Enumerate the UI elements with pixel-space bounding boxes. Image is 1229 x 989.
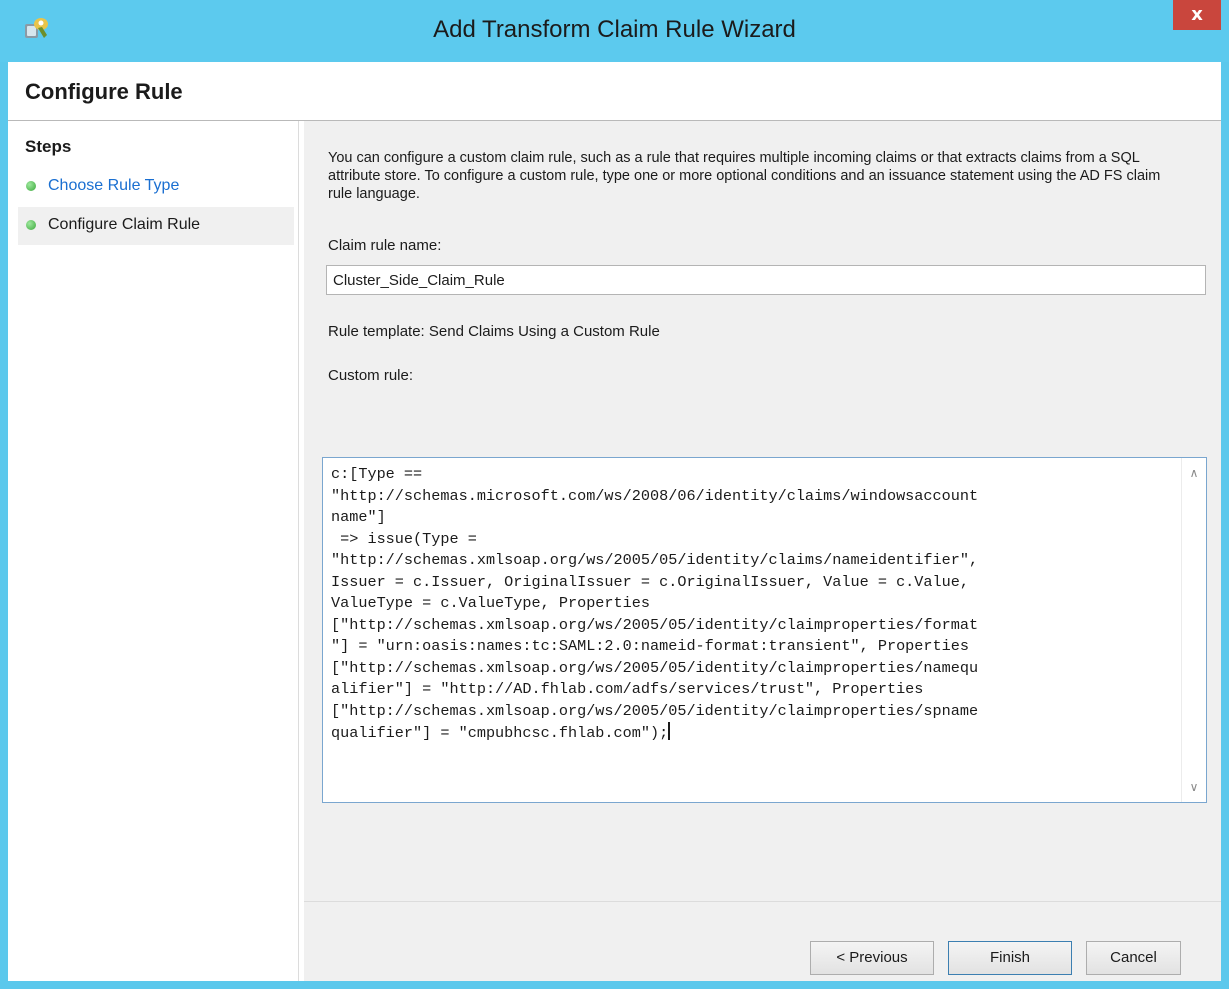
previous-button[interactable]: < Previous: [810, 941, 934, 975]
rule-description: You can configure a custom claim rule, s…: [328, 150, 1161, 202]
close-button[interactable]: x: [1173, 0, 1221, 30]
wizard-header: Configure Rule: [8, 62, 1221, 120]
steps-heading: Steps: [25, 137, 72, 156]
green-dot-icon: [26, 220, 36, 230]
chevron-down-icon[interactable]: ∨: [1182, 776, 1206, 798]
rule-template-text: Rule template: Send Claims Using a Custo…: [328, 323, 660, 340]
window-title: Add Transform Claim Rule Wizard: [433, 16, 796, 43]
title-bar[interactable]: Add Transform Claim Rule Wizard x: [0, 0, 1229, 62]
content-pane: You can configure a custom claim rule, s…: [304, 121, 1221, 981]
custom-rule-label: Custom rule:: [328, 367, 414, 384]
text-caret: [668, 722, 671, 740]
claim-rule-name-input[interactable]: [326, 265, 1206, 295]
chevron-up-icon[interactable]: ∧: [1182, 462, 1206, 484]
footer-divider: [304, 901, 1221, 902]
finish-button[interactable]: Finish: [948, 941, 1072, 975]
step-configure-claim-rule: Configure Claim Rule: [18, 207, 294, 245]
custom-rule-text[interactable]: c:[Type == "http://schemas.microsoft.com…: [331, 464, 1183, 745]
page-title: Configure Rule: [25, 79, 183, 104]
claim-rule-name-label: Claim rule name:: [328, 237, 442, 254]
wizard-window: Add Transform Claim Rule Wizard x Config…: [0, 0, 1229, 989]
step-label[interactable]: Choose Rule Type: [48, 177, 179, 195]
cancel-button[interactable]: Cancel: [1086, 941, 1181, 975]
step-choose-rule-type[interactable]: Choose Rule Type: [18, 168, 294, 206]
wizard-client-area: Configure Rule Steps Choose Rule Type Co…: [8, 62, 1221, 981]
custom-rule-textarea[interactable]: c:[Type == "http://schemas.microsoft.com…: [322, 457, 1207, 803]
step-label: Configure Claim Rule: [48, 216, 201, 233]
vertical-scrollbar[interactable]: ∧ ∨: [1181, 458, 1206, 802]
green-dot-icon: [26, 181, 36, 191]
steps-pane: Steps Choose Rule Type Configure Claim R…: [8, 121, 299, 981]
custom-rule-content: c:[Type == "http://schemas.microsoft.com…: [331, 465, 979, 742]
close-icon: x: [1191, 4, 1203, 25]
